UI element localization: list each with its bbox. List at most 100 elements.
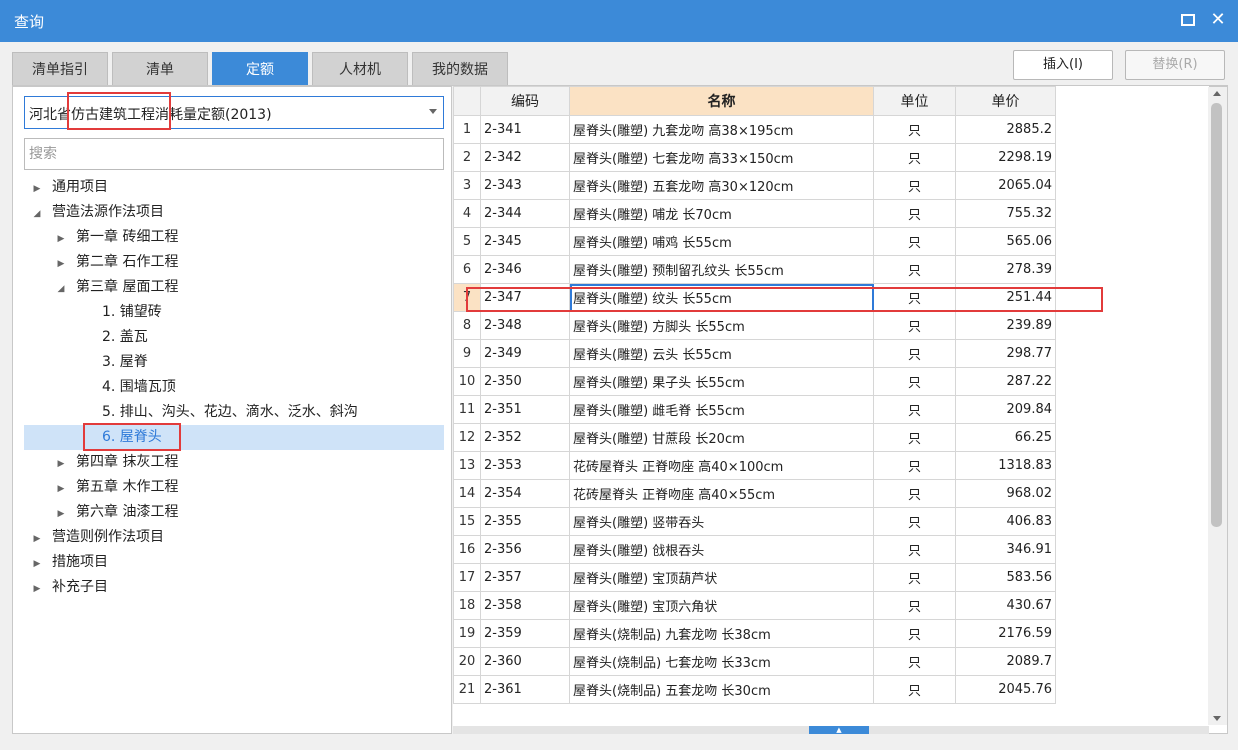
tree-node[interactable]: 5. 排山、沟头、花边、滴水、泛水、斜沟 bbox=[24, 400, 444, 425]
unit-cell[interactable]: 只 bbox=[873, 647, 956, 676]
resize-grip-icon[interactable] bbox=[1224, 736, 1234, 746]
price-cell[interactable]: 346.91 bbox=[955, 535, 1056, 564]
table-row[interactable]: 16 2-356 屋脊头(雕塑) 戗根吞头只 346.91 bbox=[453, 535, 1056, 564]
code-cell[interactable]: 2-347 bbox=[480, 283, 570, 312]
tree-node[interactable]: 3. 屋脊 bbox=[24, 350, 444, 375]
tab-3[interactable]: 人材机 bbox=[312, 52, 408, 86]
table-row[interactable]: 10 2-350 屋脊头(雕塑) 果子头 长55cm 只 287.22 bbox=[453, 367, 1056, 396]
chevron-down-icon[interactable] bbox=[429, 109, 437, 114]
name-cell[interactable]: 屋脊头(雕塑) 哺鸡 长55cm bbox=[569, 227, 874, 256]
code-cell[interactable]: 2-357 bbox=[480, 563, 570, 592]
tab-0[interactable]: 清单指引 bbox=[12, 52, 108, 86]
code-cell[interactable]: 2-353 bbox=[480, 451, 570, 480]
row-index-cell[interactable]: 16 bbox=[453, 535, 481, 564]
row-index-cell[interactable]: 10 bbox=[453, 367, 481, 396]
expand-caret-icon[interactable]: ▶ bbox=[56, 252, 66, 277]
replace-button[interactable]: 替换(R) bbox=[1125, 50, 1225, 80]
name-cell[interactable]: 屋脊头(雕塑) 五套龙吻 高30×120cm bbox=[569, 171, 874, 200]
table-row[interactable]: 17 2-357 屋脊头(雕塑) 宝顶葫芦状只 583.56 bbox=[453, 563, 1056, 592]
code-cell[interactable]: 2-354 bbox=[480, 479, 570, 508]
row-index-cell[interactable]: 21 bbox=[453, 675, 481, 704]
tree-node[interactable]: ▶ 第四章 抹灰工程 bbox=[24, 450, 444, 475]
maximize-icon[interactable] bbox=[1178, 10, 1198, 30]
name-cell[interactable]: 屋脊头(雕塑) 竖带吞头 bbox=[569, 507, 874, 536]
name-cell[interactable]: 屋脊头(雕塑) 纹头 长55cm bbox=[569, 283, 874, 312]
price-cell[interactable]: 583.56 bbox=[955, 563, 1056, 592]
row-index-cell[interactable]: 6 bbox=[453, 255, 481, 284]
price-cell[interactable]: 278.39 bbox=[955, 255, 1056, 284]
tree-node[interactable]: ▶ 第二章 石作工程 bbox=[24, 250, 444, 275]
scrollbar-thumb[interactable] bbox=[1211, 103, 1222, 527]
row-index-cell[interactable]: 15 bbox=[453, 507, 481, 536]
name-cell[interactable]: 花砖屋脊头 正脊吻座 高40×55cm bbox=[569, 479, 874, 508]
table-row[interactable]: 21 2-361 屋脊头(烧制品) 五套龙吻 长30cm 只 2045.76 bbox=[453, 675, 1056, 704]
column-header-unit[interactable]: 单位 bbox=[873, 86, 956, 116]
unit-cell[interactable]: 只 bbox=[873, 143, 956, 172]
unit-cell[interactable]: 只 bbox=[873, 451, 956, 480]
expand-caret-icon[interactable]: ▶ bbox=[56, 502, 66, 527]
insert-button[interactable]: 插入(I) bbox=[1013, 50, 1113, 80]
row-index-cell[interactable]: 8 bbox=[453, 311, 481, 340]
name-cell[interactable]: 屋脊头(雕塑) 宝顶葫芦状 bbox=[569, 563, 874, 592]
tree-node[interactable]: 6. 屋脊头 bbox=[24, 425, 444, 450]
column-header-code[interactable]: 编码 bbox=[480, 86, 570, 116]
code-cell[interactable]: 2-360 bbox=[480, 647, 570, 676]
name-cell[interactable]: 屋脊头(雕塑) 哺龙 长70cm bbox=[569, 199, 874, 228]
tree-node[interactable]: ◢ 第三章 屋面工程 bbox=[24, 275, 444, 300]
code-cell[interactable]: 2-355 bbox=[480, 507, 570, 536]
table-row[interactable]: 14 2-354 花砖屋脊头 正脊吻座 高40×55cm 只 968.02 bbox=[453, 479, 1056, 508]
price-cell[interactable]: 968.02 bbox=[955, 479, 1056, 508]
code-cell[interactable]: 2-345 bbox=[480, 227, 570, 256]
table-row[interactable]: 1 2-341 屋脊头(雕塑) 九套龙吻 高38×195cm 只 2885.2 bbox=[453, 115, 1056, 144]
name-cell[interactable]: 屋脊头(雕塑) 果子头 长55cm bbox=[569, 367, 874, 396]
collapse-arrow-icon[interactable]: ▲ bbox=[809, 726, 869, 734]
unit-cell[interactable]: 只 bbox=[873, 227, 956, 256]
unit-cell[interactable]: 只 bbox=[873, 367, 956, 396]
table-row[interactable]: 13 2-353 花砖屋脊头 正脊吻座 高40×100cm 只 1318.83 bbox=[453, 451, 1056, 480]
tree-node[interactable]: ▶ 第五章 木作工程 bbox=[24, 475, 444, 500]
row-index-cell[interactable]: 4 bbox=[453, 199, 481, 228]
tree-node[interactable]: ▶ 第一章 砖细工程 bbox=[24, 225, 444, 250]
name-cell[interactable]: 屋脊头(雕塑) 雌毛脊 长55cm bbox=[569, 395, 874, 424]
tree-node[interactable]: ▶ 第六章 油漆工程 bbox=[24, 500, 444, 525]
price-cell[interactable]: 2045.76 bbox=[955, 675, 1056, 704]
panel-splitter[interactable]: ▲ bbox=[453, 726, 1209, 734]
expand-caret-icon[interactable]: ▶ bbox=[56, 452, 66, 477]
row-index-cell[interactable]: 5 bbox=[453, 227, 481, 256]
row-index-cell[interactable]: 12 bbox=[453, 423, 481, 452]
unit-cell[interactable]: 只 bbox=[873, 535, 956, 564]
row-index-cell[interactable]: 14 bbox=[453, 479, 481, 508]
name-cell[interactable]: 屋脊头(雕塑) 方脚头 长55cm bbox=[569, 311, 874, 340]
table-row[interactable]: 20 2-360 屋脊头(烧制品) 七套龙吻 长33cm 只 2089.7 bbox=[453, 647, 1056, 676]
price-cell[interactable]: 251.44 bbox=[955, 283, 1056, 312]
price-cell[interactable]: 2065.04 bbox=[955, 171, 1056, 200]
search-input[interactable] bbox=[24, 138, 444, 170]
tab-1[interactable]: 清单 bbox=[112, 52, 208, 86]
code-cell[interactable]: 2-359 bbox=[480, 619, 570, 648]
unit-cell[interactable]: 只 bbox=[873, 283, 956, 312]
scroll-down-icon[interactable] bbox=[1213, 716, 1221, 721]
tree-node[interactable]: ▶ 通用项目 bbox=[24, 175, 444, 200]
unit-cell[interactable]: 只 bbox=[873, 563, 956, 592]
unit-cell[interactable]: 只 bbox=[873, 255, 956, 284]
table-row[interactable]: 6 2-346 屋脊头(雕塑) 预制留孔纹头 长55cm 只 278.39 bbox=[453, 255, 1056, 284]
unit-cell[interactable]: 只 bbox=[873, 115, 956, 144]
price-cell[interactable]: 66.25 bbox=[955, 423, 1056, 452]
table-row[interactable]: 12 2-352 屋脊头(雕塑) 甘蔗段 长20cm 只 66.25 bbox=[453, 423, 1056, 452]
name-cell[interactable]: 屋脊头(雕塑) 甘蔗段 长20cm bbox=[569, 423, 874, 452]
name-cell[interactable]: 屋脊头(雕塑) 七套龙吻 高33×150cm bbox=[569, 143, 874, 172]
table-row[interactable]: 18 2-358 屋脊头(雕塑) 宝顶六角状只 430.67 bbox=[453, 591, 1056, 620]
row-index-cell[interactable]: 13 bbox=[453, 451, 481, 480]
code-cell[interactable]: 2-351 bbox=[480, 395, 570, 424]
code-cell[interactable]: 2-350 bbox=[480, 367, 570, 396]
unit-cell[interactable]: 只 bbox=[873, 507, 956, 536]
price-cell[interactable]: 430.67 bbox=[955, 591, 1056, 620]
price-cell[interactable]: 298.77 bbox=[955, 339, 1056, 368]
code-cell[interactable]: 2-341 bbox=[480, 115, 570, 144]
price-cell[interactable]: 406.83 bbox=[955, 507, 1056, 536]
row-index-cell[interactable]: 19 bbox=[453, 619, 481, 648]
row-index-cell[interactable]: 17 bbox=[453, 563, 481, 592]
table-row[interactable]: 4 2-344 屋脊头(雕塑) 哺龙 长70cm 只 755.32 bbox=[453, 199, 1056, 228]
name-cell[interactable]: 屋脊头(雕塑) 戗根吞头 bbox=[569, 535, 874, 564]
unit-cell[interactable]: 只 bbox=[873, 311, 956, 340]
